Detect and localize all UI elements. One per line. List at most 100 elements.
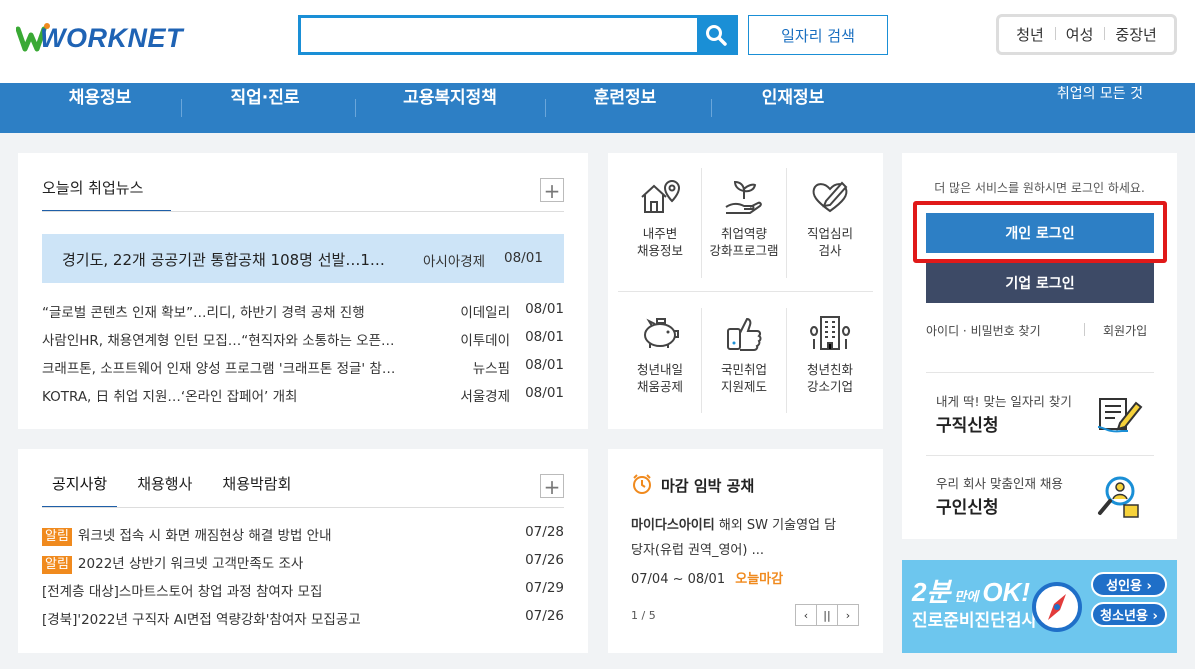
- section-divider: [926, 455, 1154, 456]
- news-date: 08/01: [525, 357, 564, 373]
- news-source: 이데일리: [460, 305, 510, 321]
- service-national-employment-support[interactable]: 국민취업 지원제도: [702, 313, 786, 395]
- headline-date: 08/01: [504, 250, 543, 266]
- notice-title: 워크넷 접속 시 화면 깨짐현상 해결 방법 안내: [77, 528, 332, 544]
- notice-title: [전계층 대상]스마트스토어 창업 과정 참여자 모집: [42, 584, 323, 600]
- deadline-title: 마감 임박 공채: [661, 477, 755, 495]
- employer-subtitle: 우리 회사 맞춤인재 채용: [936, 476, 1063, 491]
- news-row[interactable]: 사람인HR, 채용연계형 인턴 모집…“현직자와 소통하는 오픈… 이투데이 0…: [42, 329, 564, 349]
- notice-date: 07/29: [525, 580, 564, 596]
- service-career-psychology-test[interactable]: 직업심리 검사: [788, 177, 872, 259]
- career-test-banner[interactable]: 2분 만에 OK! 진로준비진단검사 성인용 › 청소년용 ›: [902, 560, 1177, 653]
- news-more-button[interactable]: +: [540, 178, 564, 203]
- login-info-text: 더 많은 서비스를 원하시면 로그인 하세요.: [934, 181, 1145, 195]
- notice-row[interactable]: 알림 2022년 상반기 워크넷 고객만족도 조사 07/26: [42, 552, 564, 574]
- tab-recruit-events[interactable]: 채용행사: [127, 473, 202, 508]
- building-icon: [810, 316, 851, 350]
- nav-item-jobs[interactable]: 채용정보: [40, 83, 160, 133]
- search-input[interactable]: [301, 18, 697, 52]
- notice-date: 07/26: [525, 552, 564, 568]
- employer-title: 구인신청: [936, 498, 999, 518]
- news-title: KOTRA, 日 취업 지원…‘온라인 잡페어’ 개최: [42, 389, 298, 405]
- logo-text: WORKNET: [40, 23, 183, 53]
- service-label-line1: 취업역량: [720, 226, 767, 241]
- worknet-logo[interactable]: WORKNET: [16, 17, 182, 57]
- hand-sprout-icon: [725, 180, 762, 214]
- service-label-line1: 청년친화: [806, 362, 853, 377]
- adult-test-button[interactable]: 성인용 ›: [1091, 572, 1167, 597]
- service-nearby-jobs[interactable]: 내주변 채용정보: [618, 177, 702, 259]
- seeker-title: 구직신청: [936, 416, 999, 436]
- service-label-line1: 직업심리: [806, 226, 853, 241]
- banner-mid-text: 만에: [954, 589, 979, 604]
- age-tab-middle-aged[interactable]: 중장년: [1104, 24, 1167, 45]
- age-tab-youth[interactable]: 청년: [1005, 24, 1055, 45]
- news-title: 크래프톤, 소프트웨어 인재 양성 프로그램 '크래프톤 정글' 참…: [42, 361, 396, 377]
- service-label-line1: 내주변: [642, 226, 678, 241]
- grid-divider: [618, 291, 873, 292]
- link-divider: [1084, 323, 1085, 336]
- service-label-line1: 국민취업: [720, 362, 767, 377]
- service-youth-friendly-companies[interactable]: 청년친화 강소기업: [788, 313, 872, 395]
- application-form-icon: [1097, 398, 1143, 433]
- service-label-line2: 지원제도: [720, 379, 767, 394]
- news-date: 08/01: [525, 385, 564, 401]
- pager-pause-button[interactable]: ||: [816, 604, 838, 626]
- notice-title: [경북]'2022년 구직자 AI면접 역량강화'참여자 모집공고: [42, 612, 361, 628]
- tab-notices[interactable]: 공지사항: [42, 473, 118, 508]
- notice-row[interactable]: 알림 워크넷 접속 시 화면 깨짐현상 해결 방법 안내 07/28: [42, 524, 564, 546]
- news-source: 뉴스핌: [472, 361, 510, 377]
- alarm-clock-icon: [633, 474, 651, 494]
- find-id-password-link[interactable]: 아이디 · 비밀번호 찾기: [926, 322, 1041, 339]
- deadline-desc-line2: 당자(유럽 권역_영어) ...: [631, 543, 764, 558]
- deadline-desc-line1: 해외 SW 기술영업 담: [718, 518, 837, 533]
- pager-prev-button[interactable]: ‹: [795, 604, 817, 626]
- main-nav: 채용정보 직업·진로 고용복지정책 훈련정보 인재정보 취업의 모든 것: [0, 83, 1195, 133]
- youth-test-button[interactable]: 청소년용 ›: [1091, 602, 1167, 627]
- news-row[interactable]: 크래프톤, 소프트웨어 인재 양성 프로그램 '크래프톤 정글' 참… 뉴스핌 …: [42, 357, 564, 377]
- nav-divider: [711, 99, 712, 117]
- service-youth-savings[interactable]: 청년내일 채움공제: [618, 313, 702, 395]
- notice-title: 2022년 상반기 워크넷 고객만족도 조사: [77, 556, 304, 572]
- age-tab-women[interactable]: 여성: [1054, 24, 1105, 45]
- nav-item-talent[interactable]: 인재정보: [733, 83, 853, 133]
- notice-row[interactable]: [경북]'2022년 구직자 AI면접 역량강화'참여자 모집공고 07/26: [42, 608, 564, 628]
- deadline-job-item[interactable]: 마이다스아이티 해외 SW 기술영업 담 당자(유럽 권역_영어) ...: [631, 513, 866, 563]
- nav-divider: [355, 99, 356, 117]
- notice-badge: 알림: [42, 556, 72, 574]
- pager-next-button[interactable]: ›: [837, 604, 859, 626]
- search-icon: [706, 25, 727, 46]
- employer-apply-link[interactable]: 우리 회사 맞춤인재 채용 구인신청: [926, 461, 1154, 531]
- nav-item-training[interactable]: 훈련정보: [565, 83, 685, 133]
- headline-news-item[interactable]: 경기도, 22개 공공기관 통합공채 108명 선발…1… 아시아경제 08/0…: [42, 234, 564, 283]
- nav-item-career[interactable]: 직업·진로: [205, 83, 325, 133]
- site-header: WORKNET 일자리 검색 청년 여성 중장년: [0, 0, 1195, 83]
- notice-badge: 알림: [42, 528, 72, 546]
- service-label-line2: 강화프로그램: [709, 243, 779, 258]
- deadline-status: 오늘마감: [735, 572, 784, 587]
- tab-job-fairs[interactable]: 채용박람회: [212, 473, 301, 508]
- news-row[interactable]: “글로벌 콘텐츠 인재 확보”…리디, 하반기 경력 공채 진행 이데일리 08…: [42, 301, 564, 321]
- news-title: 사람인HR, 채용연계형 인턴 모집…“현직자와 소통하는 오픈…: [42, 333, 395, 349]
- service-label-line2: 검사: [818, 243, 842, 258]
- compass-icon: [1032, 582, 1082, 632]
- job-seeker-apply-link[interactable]: 내게 딱! 맞는 일자리 찾기 구직신청: [926, 379, 1154, 449]
- join-link[interactable]: 회원가입: [1103, 322, 1147, 339]
- service-job-competency[interactable]: 취업역량 강화프로그램: [702, 177, 786, 259]
- notice-more-button[interactable]: +: [540, 474, 564, 499]
- job-news-panel: 오늘의 취업뉴스 + 경기도, 22개 공공기관 통합공채 108명 선발…1……: [18, 153, 588, 429]
- login-highlight-box: [913, 201, 1167, 263]
- seeker-subtitle: 내게 딱! 맞는 일자리 찾기: [936, 394, 1072, 409]
- nav-item-welfare-policy[interactable]: 고용복지정책: [380, 83, 520, 133]
- tab-job-news[interactable]: 오늘의 취업뉴스: [42, 177, 143, 198]
- news-title: “글로벌 콘텐츠 인재 확보”…리디, 하반기 경력 공채 진행: [42, 305, 365, 321]
- notice-row[interactable]: [전계층 대상]스마트스토어 창업 과정 참여자 모집 07/29: [42, 580, 564, 600]
- news-row[interactable]: KOTRA, 日 취업 지원…‘온라인 잡페어’ 개최 서울경제 08/01: [42, 385, 564, 405]
- job-search-button[interactable]: 일자리 검색: [748, 15, 888, 55]
- search-button[interactable]: [697, 18, 735, 52]
- nav-all-services[interactable]: 취업의 모든 것: [1057, 83, 1143, 103]
- search-person-icon: [1098, 476, 1139, 518]
- tab-divider: [42, 211, 564, 212]
- company-login-button[interactable]: 기업 로그인: [926, 263, 1154, 303]
- nav-divider: [181, 99, 182, 117]
